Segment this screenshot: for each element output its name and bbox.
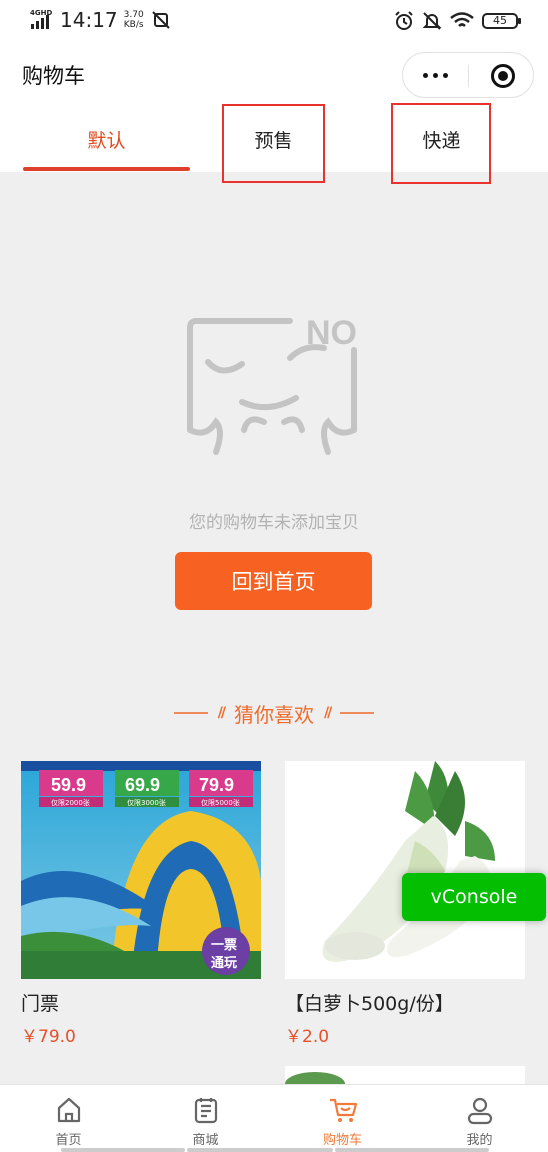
tab-active-indicator xyxy=(23,167,190,171)
ticket-limit-3: 仅限5000张 xyxy=(201,798,240,807)
home-icon xyxy=(57,1097,81,1123)
gesture-bar-segment xyxy=(61,1148,185,1152)
tabbar-mall[interactable]: 商城 xyxy=(137,1085,274,1152)
ticket-limit-1: 仅限2000张 xyxy=(51,798,90,807)
screenshot-icon xyxy=(151,11,170,29)
recommend-header: // 猜你喜欢 // xyxy=(0,696,548,730)
tab-default[interactable]: 默认 xyxy=(23,106,190,172)
bottom-tab-bar: 首页 商城 购物车 我的 xyxy=(0,1084,548,1152)
tabbar-cart[interactable]: 购物车 xyxy=(274,1085,411,1152)
gesture-bar-segment xyxy=(187,1148,333,1152)
status-left: 4GHD 14:17 3.70 KB/s xyxy=(30,8,170,32)
empty-icon-text: NO xyxy=(306,318,357,352)
product-price: ￥79.0 xyxy=(21,1027,76,1047)
speed-value: 3.70 xyxy=(123,10,144,20)
tabbar-home[interactable]: 首页 xyxy=(0,1085,137,1152)
product-image-radish[interactable] xyxy=(285,761,525,979)
product-name[interactable]: 【白萝卜500g/份】 xyxy=(285,989,525,1016)
empty-cart-illustration: NO xyxy=(187,318,357,455)
more-icon[interactable] xyxy=(403,53,468,99)
recommend-title: 猜你喜欢 xyxy=(234,702,314,727)
radish-image xyxy=(285,761,525,979)
ticket-limit-2: 仅限3000张 xyxy=(127,798,166,807)
ticket-price-3: 79.9 xyxy=(199,775,234,795)
highlight-box-express xyxy=(391,103,491,184)
empty-cart-message: 您的购物车未添加宝贝 xyxy=(189,513,359,533)
status-right: 45 xyxy=(394,11,521,31)
highlight-box-presale xyxy=(222,104,325,183)
close-target-icon[interactable] xyxy=(491,64,515,88)
speed-unit: KB/s xyxy=(123,20,144,30)
product-image-ticket[interactable]: 59.9 69.9 79.9 仅限2000张 仅限3000张 仅限5000张 一… xyxy=(21,761,261,979)
status-time: 14:17 xyxy=(60,8,118,32)
mini-program-capsule xyxy=(402,52,534,98)
mute-icon xyxy=(422,12,442,30)
user-icon xyxy=(467,1097,493,1125)
alarm-icon xyxy=(395,11,413,30)
wifi-icon xyxy=(450,12,474,27)
battery-icon: 45 xyxy=(482,13,521,29)
ticket-price-2: 69.9 xyxy=(125,775,160,795)
mall-icon xyxy=(194,1098,218,1124)
product-name[interactable]: 门票 xyxy=(21,989,261,1016)
tabbar-label: 首页 xyxy=(55,1133,82,1148)
waterpark-image: 59.9 69.9 79.9 仅限2000张 仅限3000张 仅限5000张 一… xyxy=(21,761,261,979)
cart-icon xyxy=(330,1098,358,1122)
tabbar-mine[interactable]: 我的 xyxy=(411,1085,548,1152)
ticket-badge-line1: 一票 xyxy=(211,937,237,953)
product-price: ￥2.0 xyxy=(285,1027,330,1047)
ticket-price-1: 59.9 xyxy=(51,775,86,795)
network-speed: 3.70 KB/s xyxy=(124,10,144,30)
tabbar-label: 商城 xyxy=(192,1133,219,1148)
page-title: 购物车 xyxy=(22,64,85,88)
nav-bar: 购物车 xyxy=(0,44,548,106)
ticket-badge-line2: 通玩 xyxy=(211,955,237,971)
product-card-ticket[interactable]: 59.9 69.9 79.9 仅限2000张 仅限3000张 仅限5000张 一… xyxy=(21,761,261,1047)
gesture-bar-segment xyxy=(335,1148,489,1152)
vconsole-button[interactable]: vConsole xyxy=(402,873,546,921)
tabbar-label: 我的 xyxy=(466,1133,493,1148)
status-bar: 4GHD 14:17 3.70 KB/s 45 xyxy=(0,0,548,44)
back-home-button[interactable]: 回到首页 xyxy=(175,552,372,610)
signal-icon: 4GHD xyxy=(30,9,52,31)
tabbar-label: 购物车 xyxy=(322,1133,362,1148)
